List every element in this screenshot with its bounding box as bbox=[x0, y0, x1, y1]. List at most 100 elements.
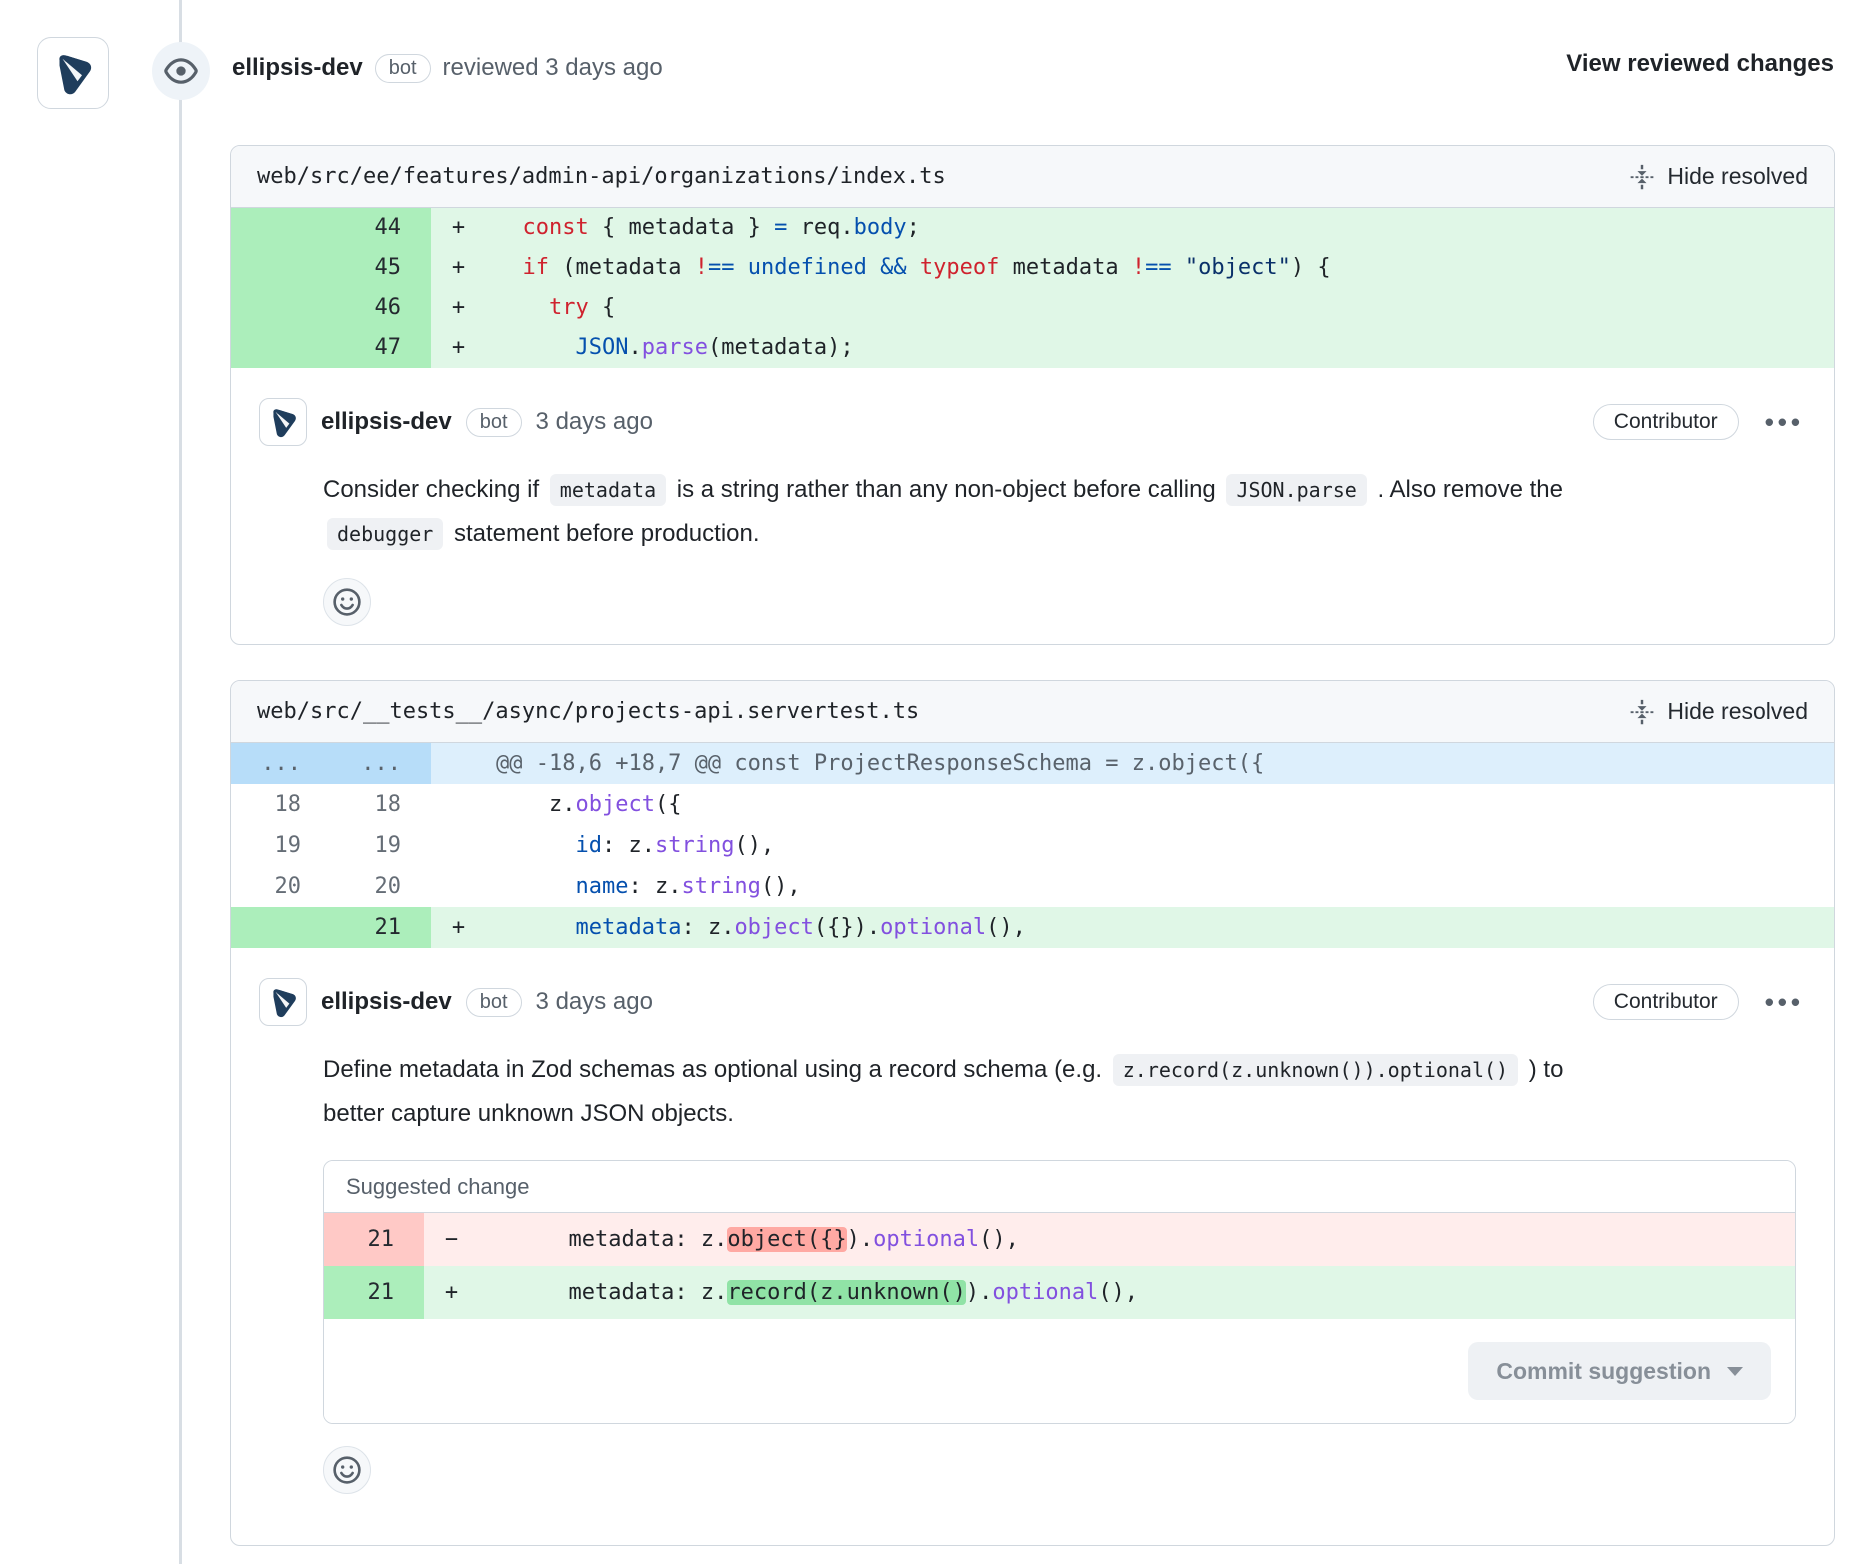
diff-sign: + bbox=[424, 1266, 479, 1319]
diff-row: 21+ metadata: z.object({}).optional(), bbox=[231, 907, 1834, 948]
emoji-reaction-button[interactable] bbox=[323, 578, 371, 626]
comment-text-line: Consider checking if metadata is a strin… bbox=[323, 468, 1806, 512]
comment-author[interactable]: ellipsis-dev bbox=[321, 408, 452, 436]
comment-body: Define metadata in Zod schemas as option… bbox=[323, 1048, 1806, 1136]
file-path[interactable]: web/src/__tests__/async/projects-api.ser… bbox=[257, 699, 919, 724]
code-line: @@ -18,6 +18,7 @@ const ProjectResponseS… bbox=[486, 743, 1834, 784]
code-token bbox=[496, 255, 523, 280]
line-number-new: 45 bbox=[331, 248, 431, 288]
smiley-icon bbox=[332, 587, 362, 617]
code-token: z. bbox=[496, 792, 575, 817]
code-line: name: z.string(), bbox=[486, 866, 1834, 907]
suggestion-row: 21+ metadata: z.record(z.unknown()).opti… bbox=[324, 1266, 1795, 1319]
review-author[interactable]: ellipsis-dev bbox=[232, 54, 363, 82]
comment-body: Consider checking if metadata is a strin… bbox=[323, 468, 1806, 556]
pr-review-page: ellipsis-dev bot reviewed 3 days ago Vie… bbox=[0, 0, 1858, 1564]
code-token bbox=[496, 874, 575, 899]
code-token: metadata bbox=[575, 915, 681, 940]
code-token bbox=[496, 915, 575, 940]
code-token: { metadata } bbox=[589, 215, 774, 240]
ellipsis-logo-icon bbox=[49, 49, 97, 97]
code-token: typeof bbox=[920, 255, 999, 280]
commit-suggestion-button[interactable]: Commit suggestion bbox=[1468, 1342, 1771, 1400]
comment-avatar[interactable] bbox=[259, 978, 307, 1026]
diff-sign bbox=[431, 784, 486, 825]
code-token: { bbox=[589, 295, 616, 320]
code-token: (), bbox=[734, 833, 774, 858]
line-number: 21 bbox=[324, 1266, 424, 1319]
hide-resolved-label: Hide resolved bbox=[1667, 163, 1808, 190]
line-number-old: ... bbox=[231, 743, 331, 784]
code-token: ! bbox=[695, 255, 708, 280]
code-token: . bbox=[628, 335, 641, 360]
diff-sign: + bbox=[431, 907, 486, 948]
line-number-new: 46 bbox=[331, 288, 431, 328]
code-token bbox=[734, 255, 747, 280]
inline-code: debugger bbox=[327, 518, 443, 550]
inline-code: metadata bbox=[550, 474, 666, 506]
code-token: name bbox=[575, 874, 628, 899]
code-token: : z. bbox=[628, 874, 681, 899]
review-header: ellipsis-dev bot reviewed 3 days ago bbox=[232, 47, 663, 89]
code-line: metadata: z.object({}).optional(), bbox=[486, 907, 1834, 948]
view-reviewed-changes-link[interactable]: View reviewed changes bbox=[1566, 50, 1834, 78]
code-line: metadata: z.object({}).optional(), bbox=[479, 1213, 1795, 1266]
code-line: const { metadata } = req.body; bbox=[486, 208, 1834, 248]
emoji-reaction-button[interactable] bbox=[323, 1446, 371, 1494]
diff-sign: − bbox=[424, 1213, 479, 1266]
code-token: optional bbox=[873, 1227, 979, 1252]
diff-row: 44+ const { metadata } = req.body; bbox=[231, 208, 1834, 248]
suggestion-box: Suggested change 21− metadata: z.object(… bbox=[323, 1160, 1796, 1424]
code-token: == bbox=[1145, 255, 1172, 280]
diff-sign bbox=[431, 743, 486, 784]
comment-text-line: Define metadata in Zod schemas as option… bbox=[323, 1048, 1806, 1092]
bot-badge: bot bbox=[466, 408, 522, 437]
review-avatar[interactable] bbox=[37, 37, 109, 109]
code-token: optional bbox=[992, 1280, 1098, 1305]
line-number-old: 18 bbox=[231, 784, 331, 825]
code-token bbox=[907, 255, 920, 280]
ellipsis-logo-icon bbox=[266, 985, 300, 1019]
code-token: const bbox=[523, 215, 589, 240]
comment-avatar[interactable] bbox=[259, 398, 307, 446]
contributor-badge: Contributor bbox=[1593, 404, 1739, 440]
diff-row: 47+ JSON.parse(metadata); bbox=[231, 328, 1834, 368]
kebab-menu-button[interactable]: ••• bbox=[1765, 989, 1804, 1015]
line-number-old bbox=[231, 248, 331, 288]
code-token bbox=[496, 295, 549, 320]
comment-timestamp[interactable]: 3 days ago bbox=[536, 408, 653, 436]
diff-sign: + bbox=[431, 208, 486, 248]
code-token: metadata: z. bbox=[489, 1227, 727, 1252]
diff-table-1: 44+ const { metadata } = req.body;45+ if… bbox=[231, 208, 1834, 368]
file-path[interactable]: web/src/ee/features/admin-api/organizati… bbox=[257, 164, 946, 189]
diff-table-2: ...... @@ -18,6 +18,7 @@ const ProjectRes… bbox=[231, 743, 1834, 948]
hide-resolved-button[interactable]: Hide resolved bbox=[1629, 163, 1808, 190]
review-action-text: reviewed 3 days ago bbox=[443, 54, 663, 82]
code-token: optional bbox=[880, 915, 986, 940]
comment-2-header: ellipsis-dev bot 3 days ago Contributor … bbox=[259, 978, 1806, 1026]
code-token: body bbox=[854, 215, 907, 240]
diff-row: 1818 z.object({ bbox=[231, 784, 1834, 825]
code-token: ({ bbox=[655, 792, 682, 817]
diff-row: 45+ if (metadata !== undefined && typeof… bbox=[231, 248, 1834, 288]
hide-resolved-label: Hide resolved bbox=[1667, 698, 1808, 725]
line-number-old: 19 bbox=[231, 825, 331, 866]
line-number-new: ... bbox=[331, 743, 431, 784]
code-token: object bbox=[575, 792, 654, 817]
line-number-old: 20 bbox=[231, 866, 331, 907]
code-token: metadata: z. bbox=[489, 1280, 727, 1305]
code-token: @@ -18,6 +18,7 @@ const ProjectResponseS… bbox=[496, 751, 1264, 776]
hide-resolved-button[interactable]: Hide resolved bbox=[1629, 698, 1808, 725]
commit-suggestion-label: Commit suggestion bbox=[1496, 1358, 1711, 1385]
code-token: ({}). bbox=[814, 915, 880, 940]
diff-row: 46+ try { bbox=[231, 288, 1834, 328]
code-token: (), bbox=[1098, 1280, 1138, 1305]
kebab-menu-button[interactable]: ••• bbox=[1765, 409, 1804, 435]
code-token: string bbox=[681, 874, 760, 899]
comment-1: ellipsis-dev bot 3 days ago Contributor … bbox=[231, 368, 1834, 645]
inline-code: z.record(z.unknown()).optional() bbox=[1113, 1054, 1518, 1086]
comment-author[interactable]: ellipsis-dev bbox=[321, 988, 452, 1016]
eye-badge bbox=[152, 42, 210, 100]
fold-icon bbox=[1629, 699, 1655, 725]
comment-timestamp[interactable]: 3 days ago bbox=[536, 988, 653, 1016]
